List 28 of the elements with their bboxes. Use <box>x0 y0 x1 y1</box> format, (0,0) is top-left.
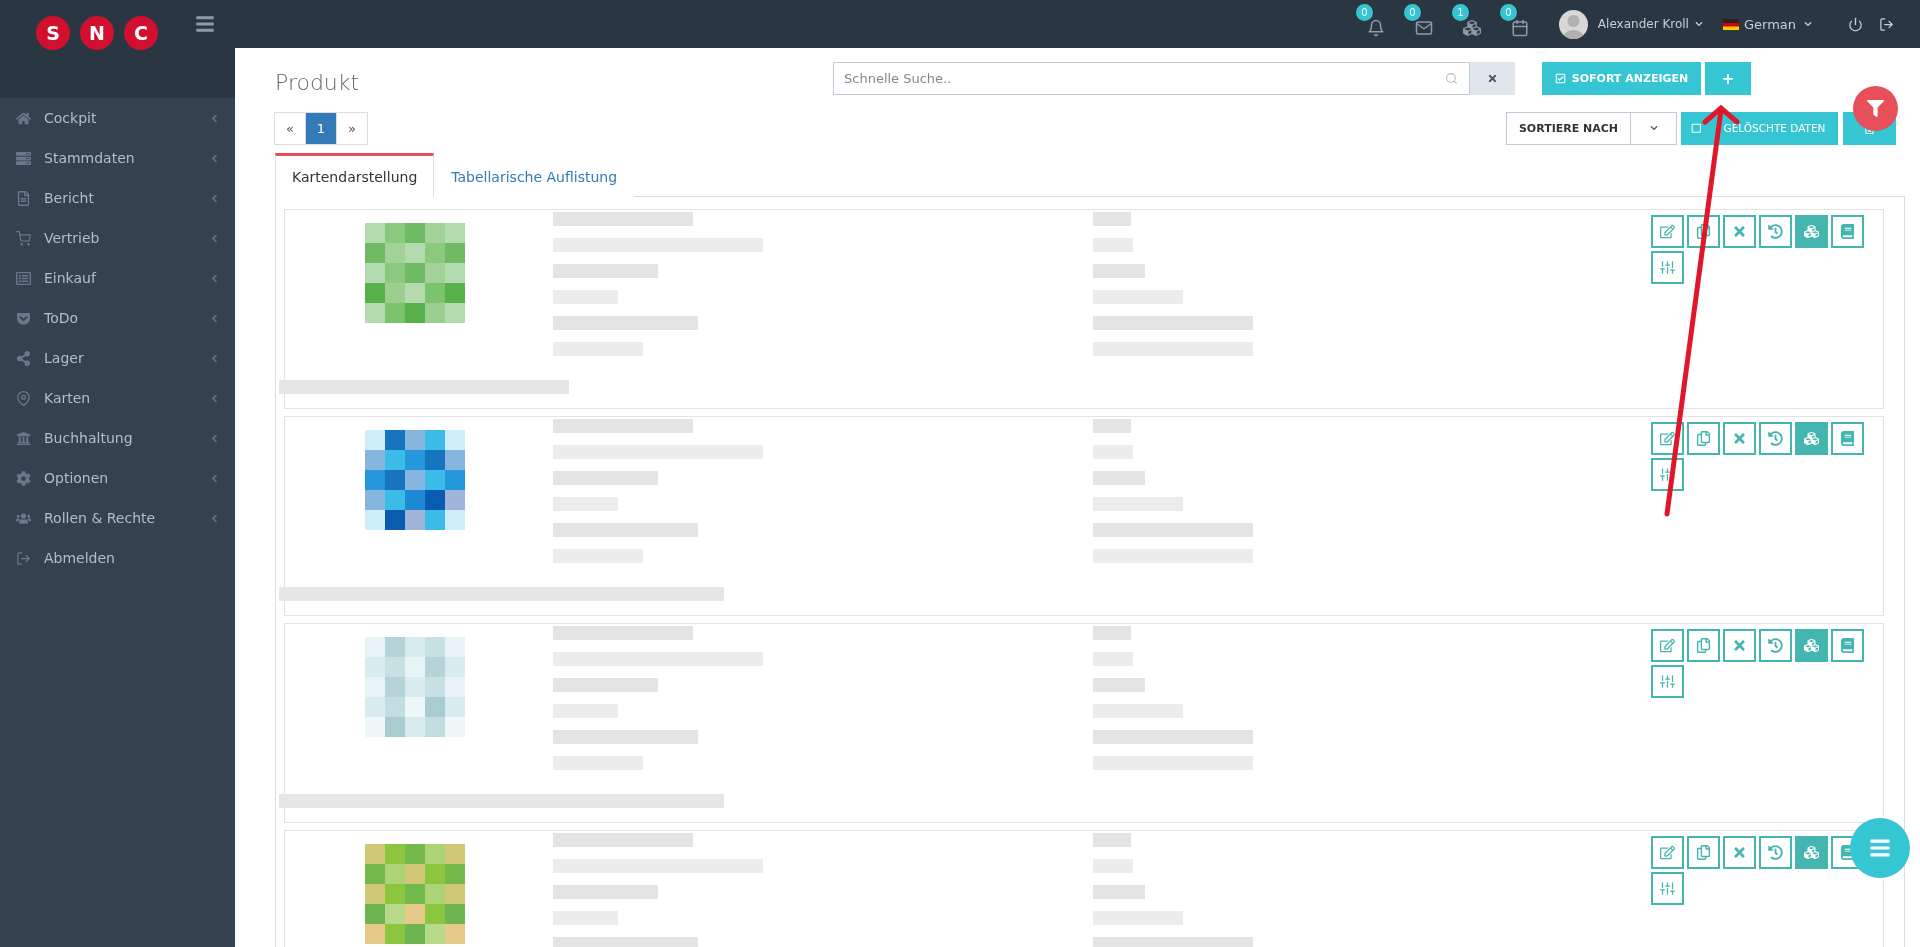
page-button[interactable]: « <box>274 111 306 145</box>
page-title: Produkt <box>275 69 361 95</box>
sidebar-item[interactable]: Einkauf <box>0 258 235 298</box>
page-button[interactable]: » <box>336 111 368 145</box>
sidebar-item[interactable]: Cockpit <box>0 98 235 138</box>
sidebar-item[interactable]: Karten <box>0 378 235 418</box>
sidebar-item[interactable]: ToDo <box>0 298 235 338</box>
sort-button[interactable]: SORTIERE NACH <box>1506 111 1631 145</box>
language-selector[interactable]: German <box>1743 16 1796 32</box>
sidebar-item[interactable]: Buchhaltung <box>0 418 235 458</box>
count-badge: 1 <box>1451 4 1469 21</box>
page-button[interactable]: 1 <box>305 111 337 145</box>
sidebar-item[interactable]: Stammdaten <box>0 138 235 178</box>
sidebar-item[interactable]: Lager <box>0 338 235 378</box>
search-field[interactable]: Schnelle Suche.. <box>833 62 1470 95</box>
logo-letter: N <box>80 16 114 50</box>
logo-letter: C <box>124 16 158 50</box>
sidebar-item[interactable]: Vertrieb <box>0 218 235 258</box>
count-badge: 0 <box>1403 4 1421 21</box>
count-badge: 0 <box>1499 4 1517 21</box>
count-badge: 0 <box>1355 4 1373 21</box>
user-name[interactable]: Alexander Kroll <box>1597 17 1689 31</box>
sidebar-item[interactable]: Abmelden <box>0 538 235 578</box>
sidebar-item[interactable]: Optionen <box>0 458 235 498</box>
sidebar-item[interactable]: Bericht <box>0 178 235 218</box>
logo-letter: S <box>36 16 70 50</box>
sidebar-item[interactable]: Rollen & Rechte <box>0 498 235 538</box>
tab[interactable]: Kartendarstellung <box>275 153 435 197</box>
